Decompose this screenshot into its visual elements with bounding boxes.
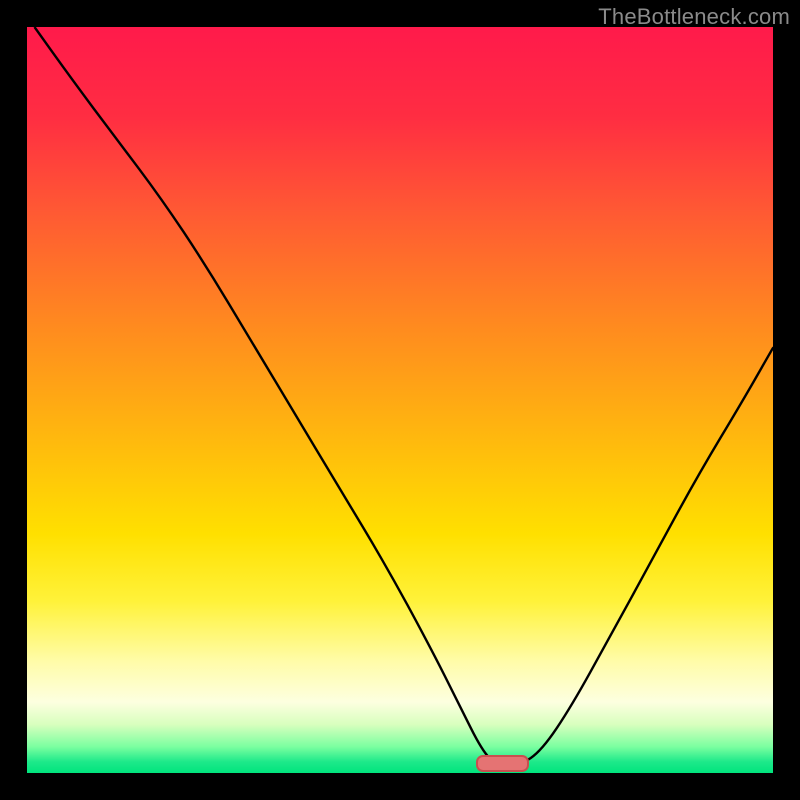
optimum-marker	[476, 755, 528, 772]
bottleneck-curve	[35, 27, 774, 766]
plot-area	[27, 27, 773, 773]
chart-frame: TheBottleneck.com	[0, 0, 800, 800]
curve-layer	[27, 27, 773, 773]
watermark-text: TheBottleneck.com	[598, 4, 790, 30]
